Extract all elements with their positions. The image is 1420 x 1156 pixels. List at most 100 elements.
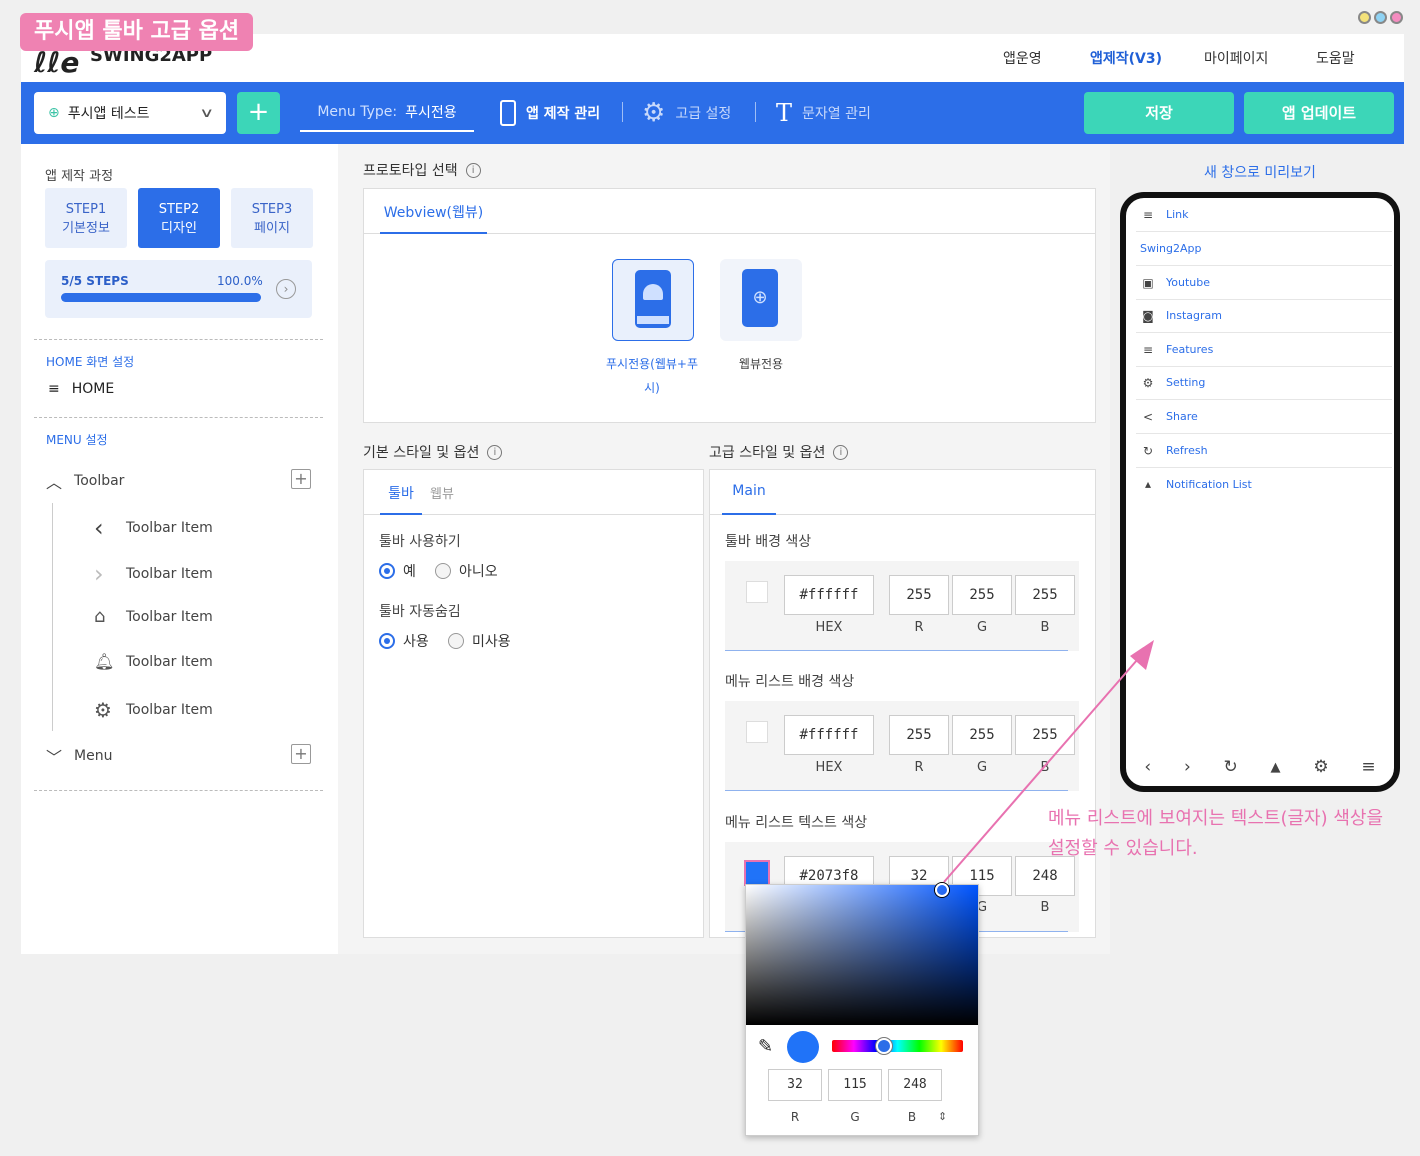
toolbar-group[interactable]: ︿ Toolbar [46,469,124,493]
globe-icon: ⊕ [742,269,778,327]
color-swatch[interactable] [746,581,768,603]
r-input[interactable]: 255 [889,575,949,615]
prototype-card-webview[interactable]: ⊕ [720,259,802,341]
radio-no[interactable]: 아니오 [435,561,498,581]
globe-icon: ⊕ [48,105,60,121]
radio-yes[interactable]: 예 [379,561,416,581]
save-button[interactable]: 저장 [1084,92,1234,134]
toolbar-item[interactable]: ‹ Toolbar Item [94,514,213,542]
info-icon[interactable]: i [833,444,849,460]
b-input[interactable]: 255 [1015,575,1075,615]
preview-menu-item[interactable]: ≡ Link [1136,198,1392,232]
app-select-label: 푸시앱 테스트 [67,106,150,122]
app-manage-tab[interactable]: 앱 제작 관리 [500,100,600,126]
hue-handle[interactable] [876,1038,892,1054]
info-icon[interactable]: i [465,162,481,178]
info-icon[interactable]: i [487,444,503,460]
saturation-handle[interactable] [935,883,949,897]
gear-icon[interactable]: ⚙ [1313,757,1328,777]
color-swatch-selected[interactable] [744,860,770,886]
advanced-settings-tab[interactable]: ⚙ 고급 설정 [642,100,731,126]
color-swatch[interactable] [746,721,768,743]
chevron-right-icon: › [94,560,104,588]
chevron-right-icon[interactable]: › [1184,757,1191,777]
window-dot-pink[interactable] [1390,11,1403,24]
use-toolbar-label: 툴바 사용하기 [379,534,461,550]
toolbar-item[interactable]: ⚙ Toolbar Item [94,698,213,722]
home-item[interactable]: ≡ HOME [48,381,114,397]
preview-new-window-link[interactable]: 새 창으로 미리보기 [1204,162,1316,182]
preview-menu-item[interactable]: ▣ Youtube [1136,266,1392,300]
share-icon: < [1142,409,1154,424]
radio-not-use[interactable]: 미사용 [448,631,511,651]
app-manage-label: 앱 제작 관리 [526,106,601,122]
preview-menu-item[interactable]: ↻ Refresh [1136,434,1392,468]
chevron-left-icon: ‹ [94,514,104,542]
picker-g-input[interactable]: 115 [828,1069,882,1101]
preview-menu-label: Youtube [1166,276,1210,289]
radio-use[interactable]: 사용 [379,631,429,651]
string-manage-label: 문자열 관리 [802,106,871,122]
autohide-toolbar-label: 툴바 자동숨김 [379,604,461,620]
preview-menu-item[interactable]: < Share [1136,400,1392,434]
menu-text-color-label: 메뉴 리스트 텍스트 색상 [725,815,868,831]
toolbar-item[interactable]: ⌂ Toolbar Item [94,606,213,627]
nav-app-operation[interactable]: 앱운영 [1003,48,1042,68]
advanced-style-title-text: 고급 스타일 및 옵션 [709,445,826,461]
window-dot-yellow[interactable] [1358,11,1371,24]
toolbar-item-label: Toolbar Item [126,520,213,536]
toolbar-bg-color-label: 툴바 배경 색상 [725,534,812,550]
preview-menu-label: Swing2App [1140,242,1202,255]
step1-button[interactable]: STEP1 기본정보 [45,188,127,248]
tree-line [52,503,53,731]
nav-help[interactable]: 도움말 [1316,48,1355,68]
toolbar-item[interactable]: › Toolbar Item [94,560,213,588]
hex-input[interactable]: #ffffff [784,715,874,755]
hue-slider[interactable] [832,1040,963,1052]
radio-unchecked [435,563,451,579]
preview-menu-item[interactable]: Swing2App [1136,232,1392,266]
preview-menu-item[interactable]: ◙ Instagram [1136,299,1392,333]
tab-webview-basic[interactable]: 웹뷰 [430,483,454,502]
window-dot-blue[interactable] [1374,11,1387,24]
hamburger-icon[interactable]: ≡ [1361,757,1375,777]
preview-menu-item[interactable]: ⚙ Setting [1136,366,1392,400]
app-update-button[interactable]: 앱 업데이트 [1244,92,1394,134]
advanced-style-title: 고급 스타일 및 옵션 i [709,442,849,462]
tab-main[interactable]: Main [722,483,776,515]
refresh-icon[interactable]: ↻ [1224,757,1238,777]
next-step-icon[interactable]: › [276,279,296,299]
chevron-down-icon: ﹀ [46,748,63,767]
tab-webview[interactable]: Webview(웹뷰) [380,202,487,234]
eyedropper-icon[interactable]: ✎ [758,1036,773,1057]
instagram-icon: ◙ [1142,308,1154,323]
app-select[interactable]: ⊕ 푸시앱 테스트 ∨ [34,92,226,134]
preview-menu-item[interactable]: ≡ Features [1136,333,1392,367]
gear-icon: ⚙ [1142,375,1154,390]
nav-app-build[interactable]: 앱제작(V3) [1090,48,1162,68]
picker-mode-toggle-icon[interactable]: ⇕ [938,1110,947,1123]
picker-r-input[interactable]: 32 [768,1069,822,1101]
prototype-card-push[interactable] [612,259,694,341]
nav-mypage[interactable]: 마이페이지 [1204,48,1268,68]
string-manage-tab[interactable]: T 문자열 관리 [776,99,871,127]
hamburger-icon: ≡ [1142,207,1154,222]
add-toolbar-item-button[interactable]: + [291,469,311,489]
step2-button[interactable]: STEP2 디자인 [138,188,220,248]
tab-toolbar[interactable]: 툴바 [380,483,422,515]
phone-icon [500,100,516,126]
g-input[interactable]: 255 [952,575,1012,615]
step3-button[interactable]: STEP3 페이지 [231,188,313,248]
picker-b-input[interactable]: 248 [888,1069,942,1101]
preview-menu-item[interactable]: ▴ Notification List [1136,467,1392,501]
saturation-value-area[interactable] [746,885,978,1025]
add-menu-item-button[interactable]: + [291,744,311,764]
hex-input[interactable]: #ffffff [784,575,874,615]
toolbar-item[interactable]: 🔔︎ Toolbar Item [94,652,213,671]
bell-icon[interactable]: ▲ [1271,760,1281,775]
radio-checked [379,633,395,649]
annotation-line1: 메뉴 리스트에 보여지는 텍스트(글자) 색상을 [1048,808,1384,829]
text-icon: T [776,99,793,127]
menu-group[interactable]: ﹀ Menu [46,744,112,768]
add-app-button[interactable]: + [237,92,280,134]
